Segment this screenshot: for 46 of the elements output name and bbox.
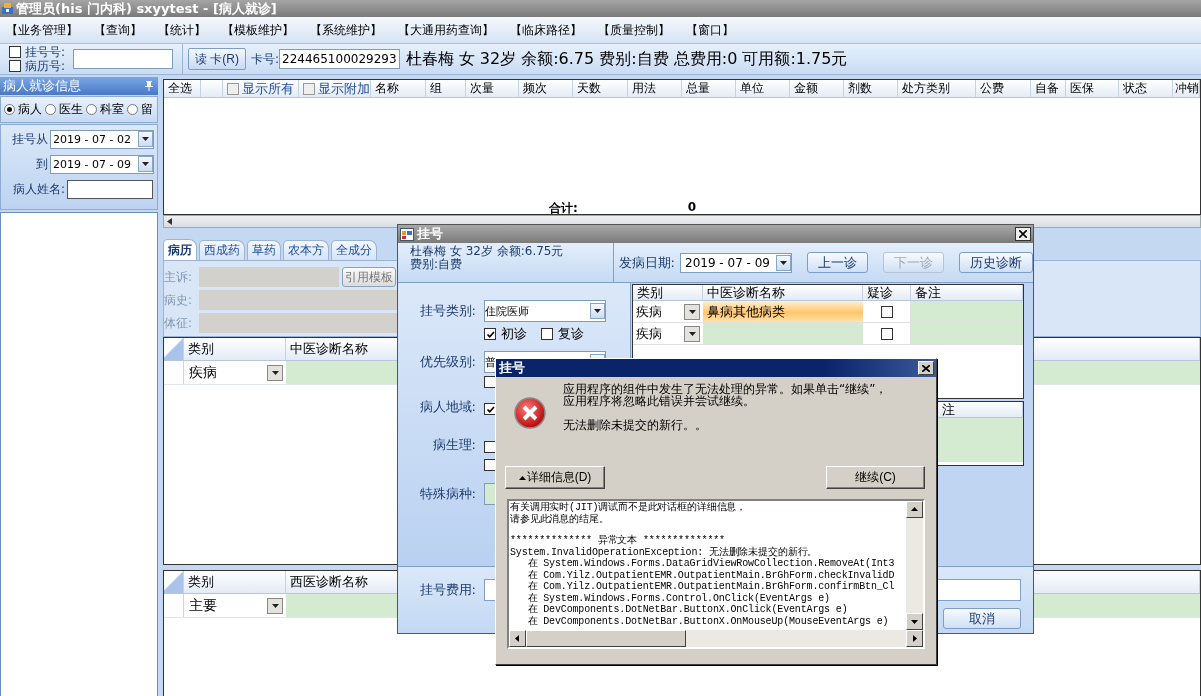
radio-label: 留 [141,101,153,118]
radio-label: 病人 [18,101,42,118]
field-label: 病史: [164,291,194,309]
patient-summary: 杜春梅 女 32岁 余额:6.75 费别:自费 总费用:0 可用额:1.75元 [405,48,848,70]
field-label: 主诉: [164,268,194,286]
field-label: 挂号号: [25,45,66,59]
detail-line: 在 System.Windows.Forms.Control.OnClick(EventArgs e) [526,592,831,604]
radio-label: 医生 [59,101,83,118]
dialog-title: 挂号 [499,359,525,377]
detail-line: 在 System.Windows.Forms.DataGridViewRowCollection.RemoveAt(Int3 [526,558,896,570]
detail-line: 在 DevComponents.DotNetBar.ButtonX.OnMouseUp(MouseEventArgs e) [526,615,890,627]
field-label: 优先级别: [418,353,476,371]
error-detail: 无法删除未提交的新行。。 [563,419,708,431]
field-label: 病历号: [25,59,66,73]
detail-line: ************** 异常文本 ************** [510,535,726,547]
total-label: 合计: [549,200,578,214]
detail-line: 在 DevComponents.DotNetBar.ButtonX.OnClick(EventArgs e) [526,604,849,616]
error-message: 应用程序将忽略此错误并尝试继续。 [563,395,755,407]
checkbox-label: 复诊 [558,325,584,343]
window-title: 管理员(his 门内科) sxyytest - [病人就诊] [16,0,277,18]
field-label: 病人姓名: [11,180,65,198]
detail-line: 在 Com.Yilz.OutpatientEMR.OutpatientMain.BrGhForm.checkInvalidD [526,569,896,581]
field-label: 病生理: [431,436,476,454]
field-label: 特殊病种: [418,485,476,503]
field-label: 挂号从 [11,130,48,148]
field-label: 挂号费用: [418,581,476,599]
field-label: 发病日期: [618,253,675,272]
error-message: 应用程序的组件中发生了无法处理的异常。如果单击“继续”， [563,383,888,395]
patient-info: 杜春梅 女 32岁 余额:6.75元 [410,245,565,258]
detail-line: 在 Com.Yilz.OutpatientEMR.OutpatientMain.BrGhForm.confirmBtn_Cl [526,581,896,593]
detail-line: System.InvalidOperationException: 无法删除未提交的新行。 [510,546,819,558]
field-label: 病人地域: [418,398,476,416]
field-label: 挂号类别: [418,302,476,320]
dialog-title: 挂号 [417,225,443,243]
card-label: 卡号: [251,50,280,68]
checkbox-label: 初诊 [501,325,527,343]
detail-line: 有关调用实时(JIT)调试而不是此对话框的详细信息， [510,502,748,514]
field-label: 到 [35,155,48,173]
checkbox-label: 显示所有 [242,79,294,98]
panel-title: 病人就诊信息 [3,77,81,95]
checkbox-label: 显示附加 [318,79,370,98]
detail-line: 请参见此消息的结尾。 [510,513,610,525]
radio-label: 科室 [100,101,124,118]
fee-type: 费别:自费 [410,258,464,271]
field-label: 体征: [164,314,194,332]
total-value: 0 [687,200,697,214]
